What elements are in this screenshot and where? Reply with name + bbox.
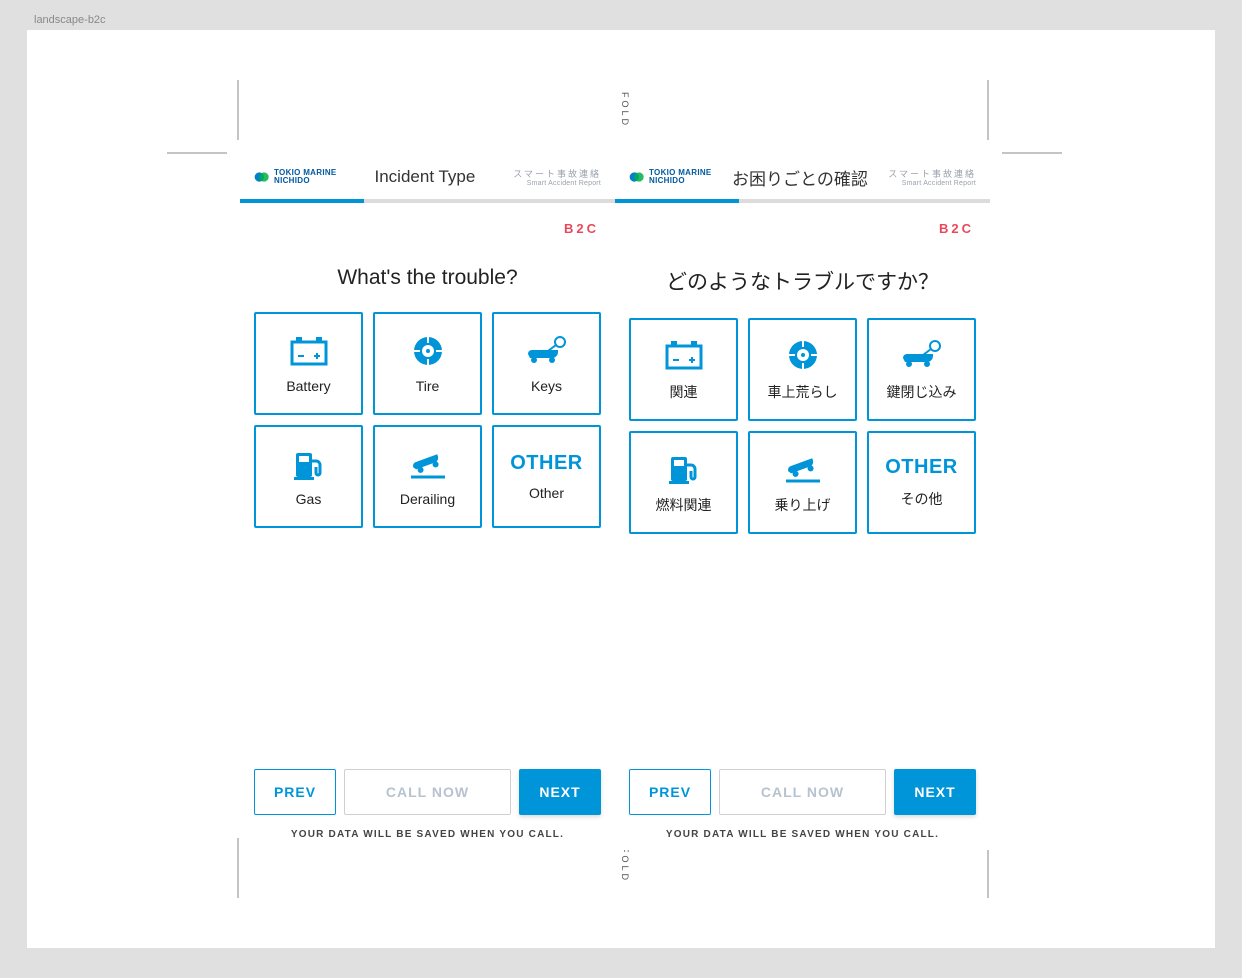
derailing-icon bbox=[405, 447, 451, 481]
card-label: Derailing bbox=[400, 491, 455, 507]
other-text: OTHER bbox=[510, 452, 583, 475]
brand-line2: NICHIDO bbox=[649, 177, 712, 185]
globe-icon bbox=[629, 169, 645, 185]
card-label: Keys bbox=[531, 378, 562, 394]
card-label: Gas bbox=[296, 491, 322, 507]
panel-en: TOKIO MARINE NICHIDO Incident Type スマート事… bbox=[240, 155, 615, 850]
card-label: Tire bbox=[416, 378, 440, 394]
card-label: Battery bbox=[286, 378, 330, 394]
smart-report-label: スマート事故連絡 Smart Accident Report bbox=[888, 167, 976, 187]
design-canvas: FOLD FOLD TOKIO MARINE NICHIDO Incident … bbox=[27, 30, 1215, 948]
card-derailing[interactable]: Derailing bbox=[373, 425, 482, 528]
card-battery-jp[interactable]: 関連 bbox=[629, 318, 738, 421]
other-text: OTHER bbox=[885, 456, 958, 479]
brand-logo: TOKIO MARINE NICHIDO bbox=[254, 169, 337, 185]
prev-button[interactable]: PREV bbox=[629, 769, 711, 815]
battery-icon bbox=[286, 334, 332, 368]
gas-icon bbox=[286, 447, 332, 481]
progress-bar bbox=[615, 199, 990, 203]
fold-label-bottom: FOLD bbox=[620, 847, 630, 883]
card-keys-jp[interactable]: 鍵閉じ込み bbox=[867, 318, 976, 421]
card-tire[interactable]: Tire bbox=[373, 312, 482, 415]
card-label: その他 bbox=[901, 489, 943, 509]
prompt-text: どのようなトラブルですか？ bbox=[615, 266, 990, 296]
card-derailing-jp[interactable]: 乗り上げ bbox=[748, 431, 857, 534]
next-button[interactable]: NEXT bbox=[519, 769, 601, 815]
card-gas[interactable]: Gas bbox=[254, 425, 363, 528]
card-other[interactable]: OTHER Other bbox=[492, 425, 601, 528]
card-keys[interactable]: Keys bbox=[492, 312, 601, 415]
prev-button[interactable]: PREV bbox=[254, 769, 336, 815]
panel-jp: TOKIO MARINE NICHIDO お困りごとの確認 スマート事故連絡 S… bbox=[615, 155, 990, 850]
page-title: Incident Type bbox=[375, 167, 476, 187]
progress-bar bbox=[240, 199, 615, 203]
keys-icon bbox=[899, 338, 945, 372]
card-label: 乗り上げ bbox=[775, 495, 831, 515]
card-label: Other bbox=[529, 485, 564, 501]
call-now-button[interactable]: CALL NOW bbox=[344, 769, 511, 815]
footnote: YOUR DATA WILL BE SAVED WHEN YOU CALL. bbox=[254, 829, 601, 840]
tire-icon bbox=[405, 334, 451, 368]
keys-icon bbox=[524, 334, 570, 368]
card-label: 鍵閉じ込み bbox=[887, 382, 957, 402]
version-tag: B2C bbox=[615, 203, 990, 236]
prompt-text: What's the trouble? bbox=[240, 266, 615, 290]
tire-icon bbox=[780, 338, 826, 372]
smart-report-label: スマート事故連絡 Smart Accident Report bbox=[513, 167, 601, 187]
brand-line2: NICHIDO bbox=[274, 177, 337, 185]
next-button[interactable]: NEXT bbox=[894, 769, 976, 815]
footnote: YOUR DATA WILL BE SAVED WHEN YOU CALL. bbox=[629, 829, 976, 840]
card-label: 車上荒らし bbox=[768, 382, 838, 402]
gas-icon bbox=[661, 451, 707, 485]
globe-icon bbox=[254, 169, 270, 185]
card-other-jp[interactable]: OTHER その他 bbox=[867, 431, 976, 534]
card-label: 関連 bbox=[670, 382, 698, 402]
derailing-icon bbox=[780, 451, 826, 485]
artboard-label: landscape-b2c bbox=[34, 14, 106, 26]
battery-icon bbox=[661, 338, 707, 372]
card-battery[interactable]: Battery bbox=[254, 312, 363, 415]
card-gas-jp[interactable]: 燃料関連 bbox=[629, 431, 738, 534]
card-label: 燃料関連 bbox=[656, 495, 712, 515]
call-now-button[interactable]: CALL NOW bbox=[719, 769, 886, 815]
card-tire-jp[interactable]: 車上荒らし bbox=[748, 318, 857, 421]
page-title: お困りごとの確認 bbox=[732, 165, 868, 190]
brand-logo: TOKIO MARINE NICHIDO bbox=[629, 169, 712, 185]
version-tag: B2C bbox=[240, 203, 615, 236]
fold-label-top: FOLD bbox=[620, 92, 630, 128]
